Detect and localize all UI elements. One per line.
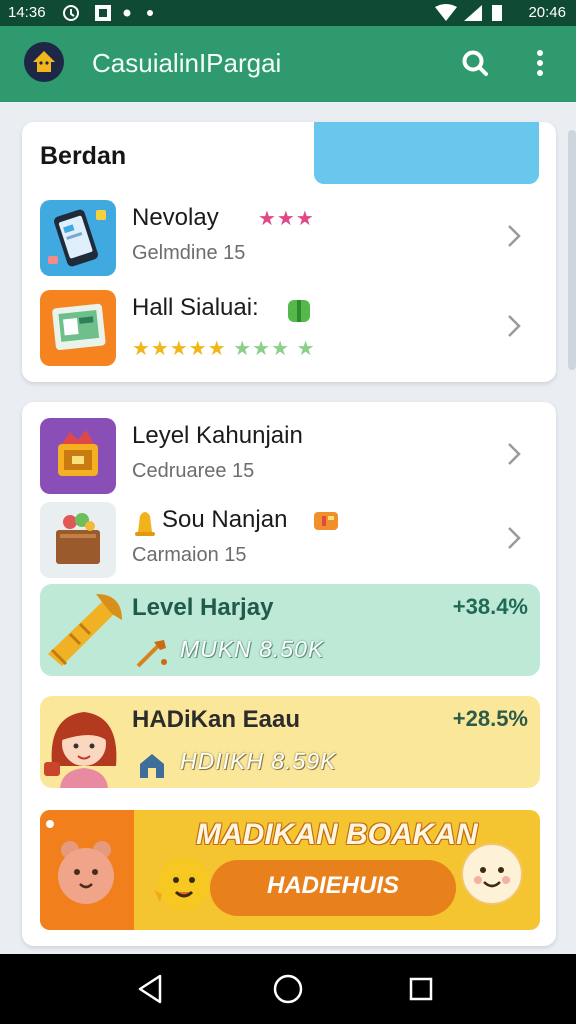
banner-button[interactable]: HADIEHUIS [210,860,456,916]
back-button[interactable] [134,972,168,1006]
status-bar: 14:36 20:46 [0,0,576,26]
notification-icon [62,4,82,26]
item-title: Leyel Kahunjain [132,422,303,449]
home-circle-icon [273,974,303,1004]
home-icon [134,750,170,780]
promo-banner[interactable]: MADIKAN BOAKAN HADIEHUIS [40,810,540,930]
promo-card[interactable]: HADiKan Eaau +28.5% HDIIKH 8.59K [40,696,540,788]
back-triangle-icon [138,974,162,1004]
promo-value: +28.5% [452,706,528,731]
hammer-icon [134,638,170,668]
chevron-right-icon [502,522,526,554]
treasure-chest-icon [40,418,116,494]
banner-left-panel [40,810,134,930]
battery-icon [490,4,504,26]
app-bar: CasuialinIPargai [0,26,576,102]
app-logo-icon[interactable] [24,42,64,82]
promo-title: HADiKan Eaau [132,706,301,733]
item-title: Sou Nanjan [162,506,288,533]
wifi-icon [434,4,458,26]
chevron-right-icon [502,220,526,252]
item-subtitle: Carmaion 15 [132,544,247,566]
home-button[interactable] [271,972,305,1006]
ticket-icon [312,508,340,534]
image-icon [94,4,112,26]
item-title: Nevolay [132,204,219,231]
status-time: 14:36 [8,4,46,21]
list-item[interactable]: Leyel Kahunjain Cedruaree 15 [22,416,556,496]
app-title: CasuialinIPargai [92,48,282,78]
banner-button-label: HADIEHUIS [266,872,399,899]
search-button[interactable] [458,46,492,80]
rating-stars: ★★★★★ ★★★ ★ [132,336,316,361]
featured-card: Berdan Nevolay ★★★ Gelmdine 15 Hall Sial… [22,122,556,382]
recents-button[interactable] [404,972,438,1006]
status-dot-icon [122,4,156,26]
chevron-right-icon [502,310,526,342]
gift-icon [284,296,314,324]
rating-gold: ★★★★★ [132,338,227,360]
chevron-right-icon [502,438,526,470]
rating-stars: ★★★ [258,206,315,231]
banner-title: MADIKAN BOAKAN [196,818,478,851]
trumpet-icon [40,584,132,676]
signal-icon [462,4,484,26]
bell-icon [132,506,158,538]
item-subtitle: Cedruaree 15 [132,460,255,482]
item-subtitle: Gelmdine 15 [132,242,246,264]
bear-icon [46,820,114,904]
tablet-app-icon [40,290,116,366]
search-icon [462,50,488,76]
item-title: Hall Sialuai: [132,294,259,321]
phone-app-icon [40,200,116,276]
more-options-button[interactable] [526,46,554,80]
girl-avatar [40,696,132,788]
status-clock: 20:46 [528,4,566,21]
smiley-icon [460,842,524,906]
basket-icon [40,502,116,578]
chick-icon [152,850,216,914]
navigation-bar [0,954,576,1024]
promo-subtitle: MUKN 8.50K [180,636,325,662]
levels-card: Leyel Kahunjain Cedruaree 15 Sou Nanjan … [22,402,556,946]
rating-green: ★★★ ★ [233,338,316,360]
promo-subtitle: HDIIKH 8.59K [180,748,337,774]
list-item[interactable]: Hall Sialuai: ★★★★★ ★★★ ★ [22,288,556,368]
header-banner [314,122,539,184]
list-item[interactable]: Sou Nanjan Carmaion 15 [22,500,556,580]
promo-title: Level Harjay [132,594,274,621]
promo-card[interactable]: Level Harjay +38.4% MUKN 8.50K [40,584,540,676]
card-title: Berdan [40,142,127,170]
promo-value: +38.4% [452,594,528,619]
scrollbar[interactable] [568,130,576,370]
rating-pink: ★★★ [258,208,315,230]
more-vert-icon [537,50,543,76]
list-item[interactable]: Nevolay ★★★ Gelmdine 15 [22,198,556,278]
recents-square-icon [409,977,433,1001]
